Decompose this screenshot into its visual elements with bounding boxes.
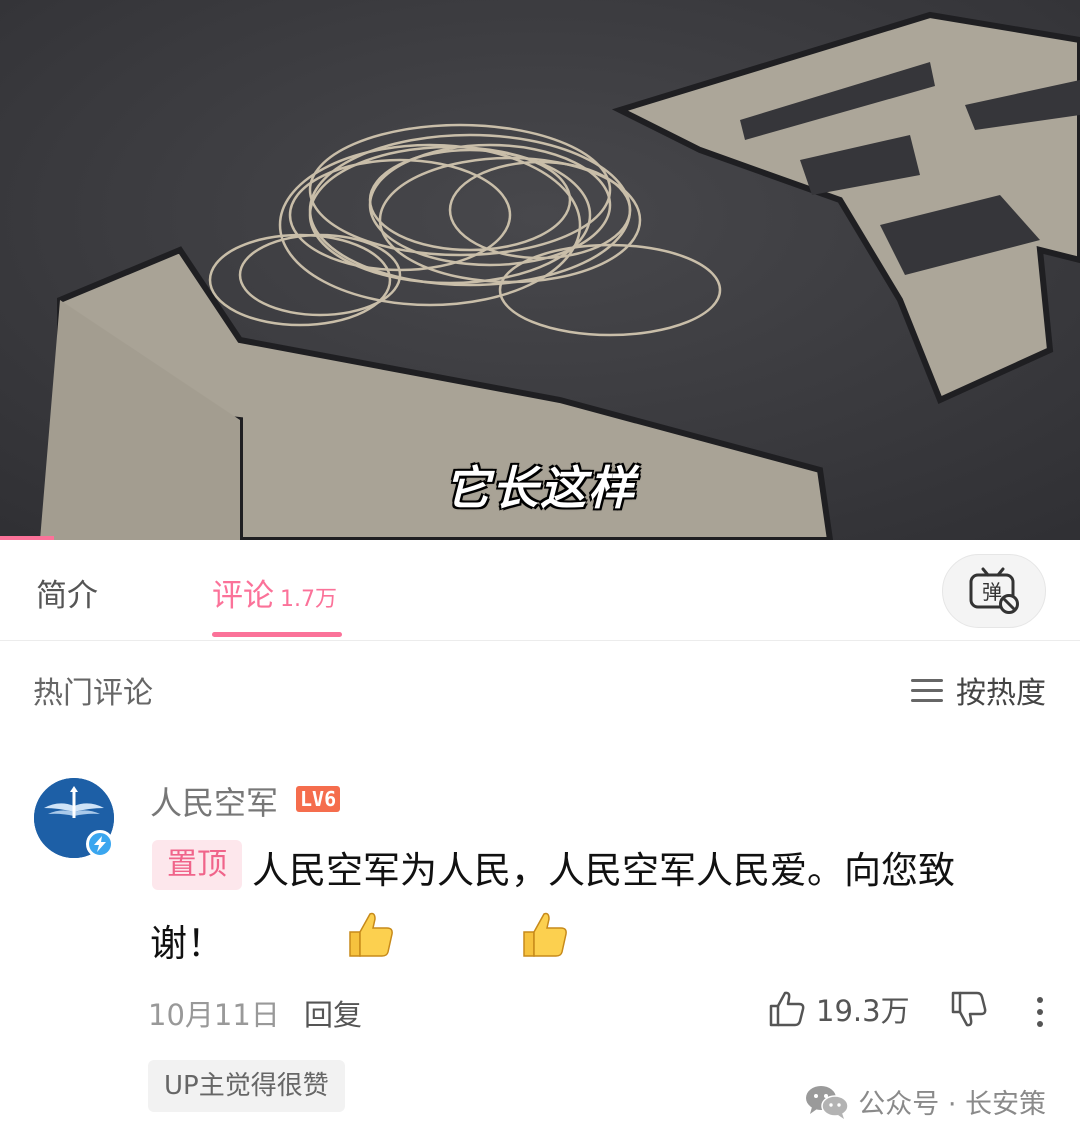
tab-comments-count: 1.7万 — [280, 587, 337, 612]
tab-bar: 简介 评论 1.7万 弹 — [0, 540, 1080, 641]
wechat-icon — [806, 1085, 849, 1119]
comment-date: 10月11日 — [148, 998, 280, 1032]
user-level-badge: LV6 — [296, 786, 341, 812]
svg-text:弹: 弹 — [982, 580, 1002, 604]
tab-intro[interactable]: 简介 — [36, 570, 98, 615]
comment-username[interactable]: 人民空军 — [150, 778, 278, 824]
list-icon — [911, 679, 943, 702]
reply-button[interactable]: 回复 — [304, 992, 362, 1034]
comment-text: 人民空军为人民，人民空军人民爱。向您致谢！ — [150, 836, 1020, 985]
sort-toggle[interactable]: 按热度 — [910, 668, 1046, 712]
tab-comments-label: 评论 — [212, 578, 274, 614]
tab-active-indicator — [212, 632, 342, 637]
watermark: 公众号 · 长安策 — [804, 1082, 1046, 1121]
thumbs-up-outline-icon — [769, 991, 805, 1027]
like-count: 19.3万 — [816, 994, 910, 1028]
danmaku-toggle-button[interactable]: 弹 — [942, 554, 1046, 628]
thumbs-up-icon — [240, 906, 398, 985]
like-button[interactable]: 19.3万 — [768, 988, 910, 1030]
video-subtitle: 它长这样 — [444, 461, 636, 515]
verified-badge-icon — [86, 830, 114, 858]
more-options-icon[interactable] — [1030, 994, 1050, 1034]
tab-comments[interactable]: 评论 1.7万 — [212, 570, 337, 615]
video-player[interactable]: 它长这样 — [0, 0, 1080, 540]
up-liked-badge: UP主觉得很赞 — [148, 1060, 345, 1112]
sort-label: 按热度 — [956, 676, 1046, 711]
thumbs-down-outline-icon — [951, 991, 987, 1027]
thumbs-up-icon — [414, 906, 572, 985]
hot-comments-title: 热门评论 — [33, 676, 153, 711]
watermark-text: 公众号 · 长安策 — [858, 1089, 1046, 1120]
danmaku-off-icon: 弹 — [969, 567, 1019, 614]
dislike-button[interactable] — [950, 990, 988, 1032]
